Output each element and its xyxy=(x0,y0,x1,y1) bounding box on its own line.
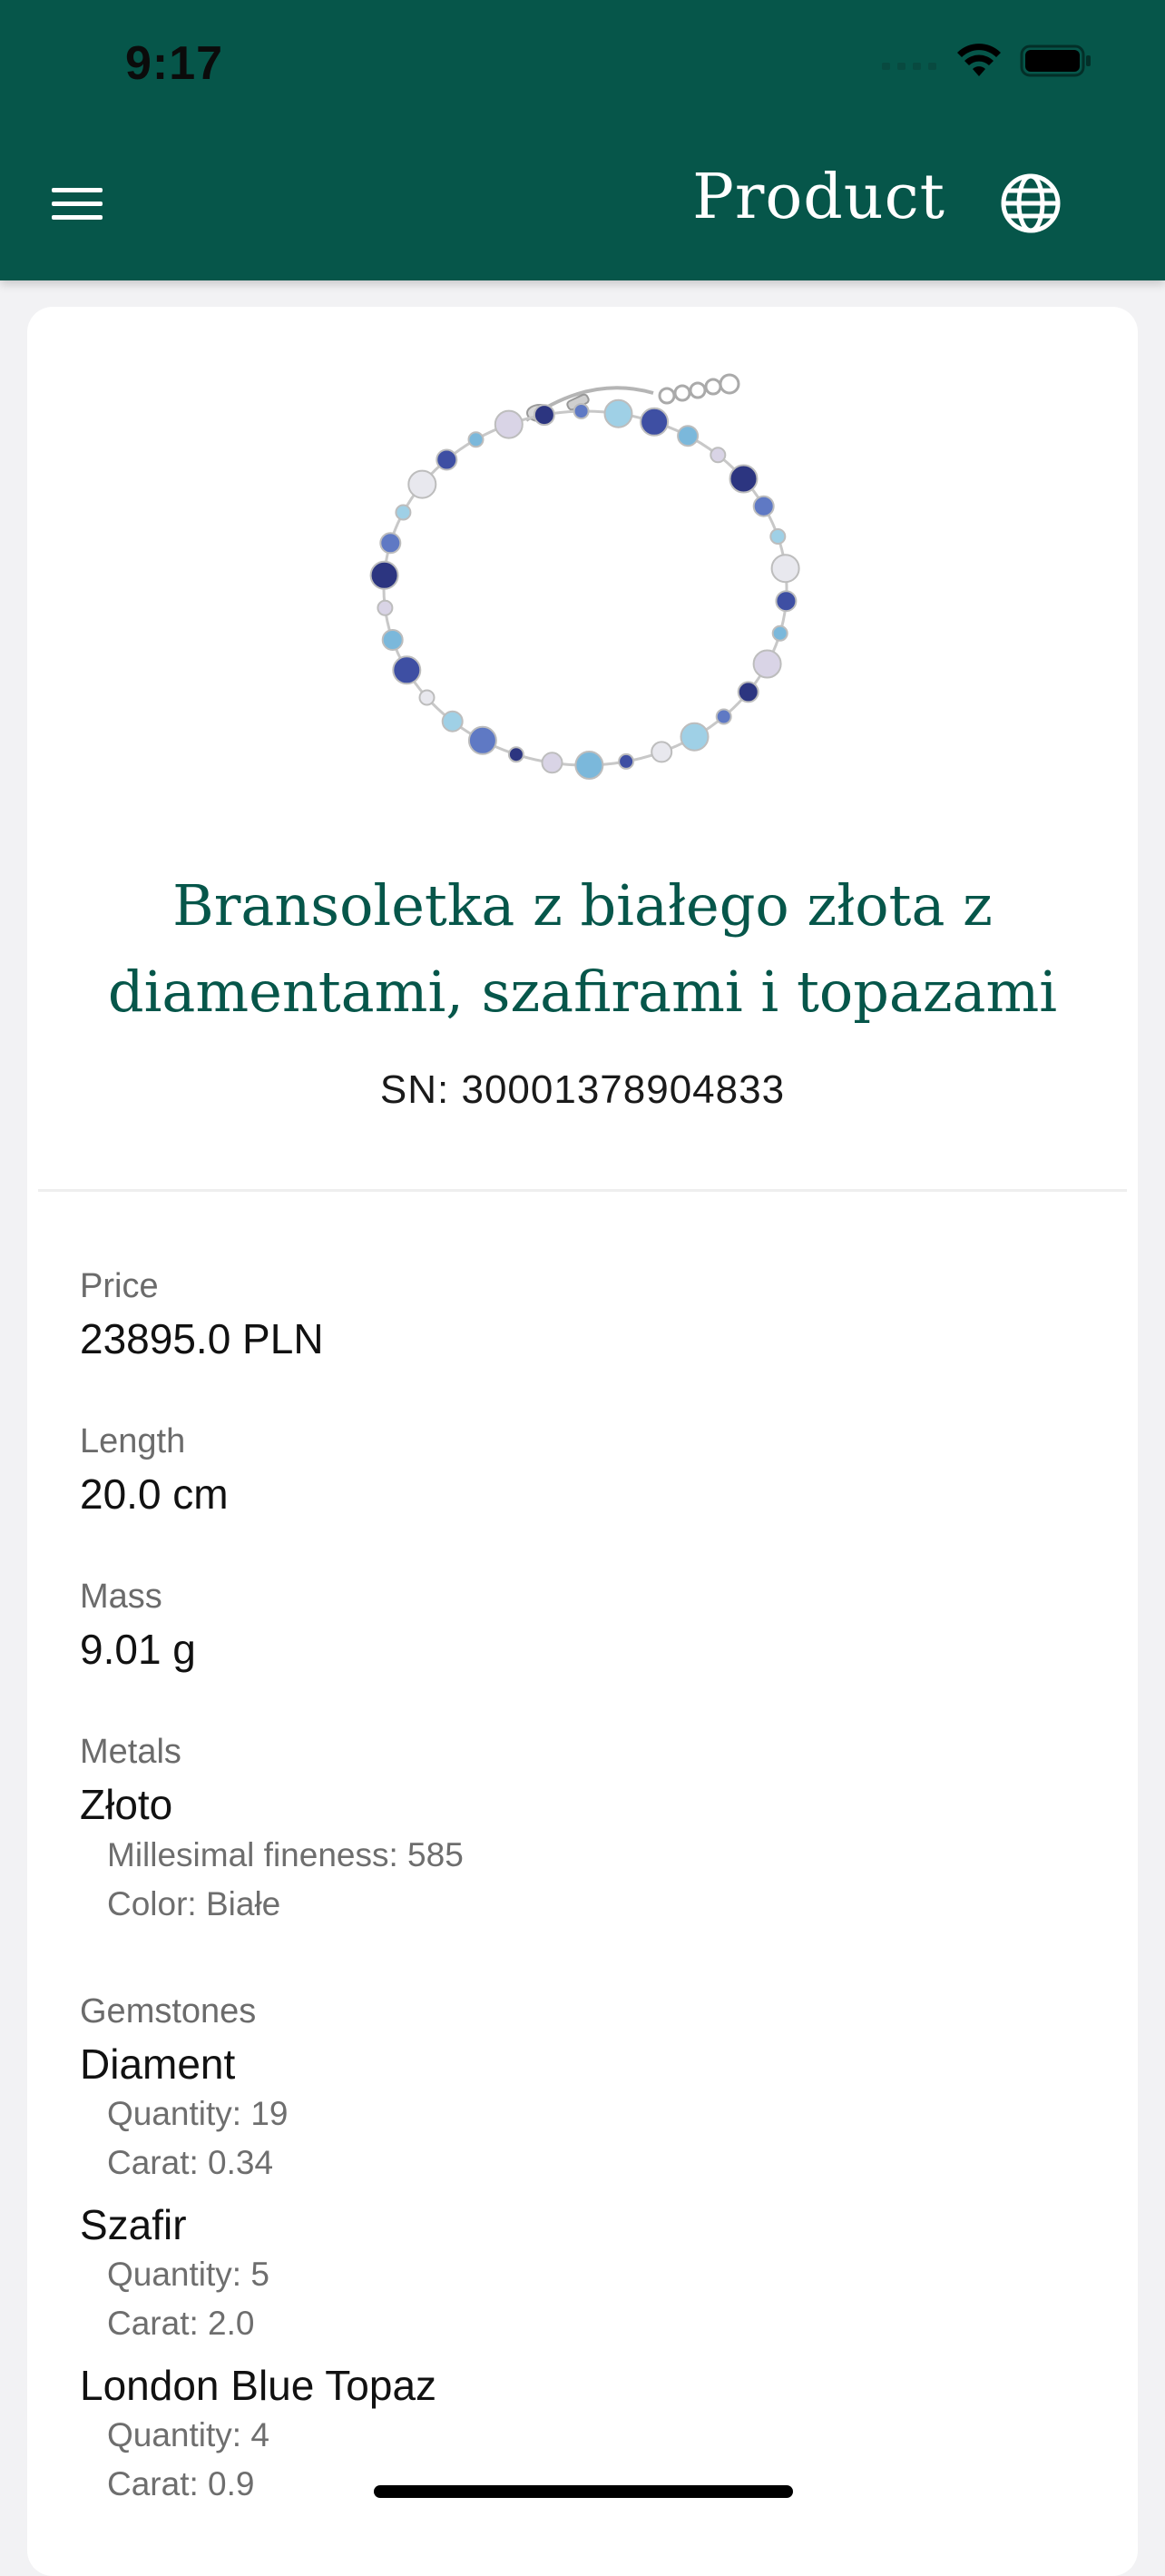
gemstones-label: Gemstones xyxy=(80,1992,257,2030)
gemstone-mark xyxy=(710,447,727,464)
length-label: Length xyxy=(80,1422,186,1460)
gemstone-mark xyxy=(651,741,673,763)
mass-label: Mass xyxy=(80,1578,162,1616)
gemstone-mark xyxy=(618,752,635,770)
gemstone-mark xyxy=(680,722,710,752)
menu-button[interactable] xyxy=(45,172,109,236)
product-name-line-1: Bransoletka z białego złota z xyxy=(172,872,993,939)
metal-color: Color: Białe xyxy=(107,1885,281,1922)
gemstone-mark xyxy=(775,590,798,613)
serial-number: SN: 30001378904833 xyxy=(379,1067,786,1112)
gemstone-mark xyxy=(541,752,563,774)
status-icons xyxy=(882,44,1092,78)
gemstone-mark xyxy=(369,560,399,590)
product-name: Bransoletka z białego złota z diamentami… xyxy=(82,862,1083,1035)
gemstone-mark xyxy=(640,407,670,437)
gemstone-mark xyxy=(533,404,555,427)
metals-label: Metals xyxy=(80,1733,181,1771)
cellular-signal-icon xyxy=(882,63,936,70)
wifi-icon xyxy=(957,44,1001,76)
gemstone-mark xyxy=(381,629,404,651)
gemstone-mark xyxy=(467,725,497,755)
gemstone-mark xyxy=(379,532,402,555)
gemstone-mark xyxy=(418,689,436,706)
app-header: 9:17 Product xyxy=(0,0,1165,280)
gemstone-mark xyxy=(752,649,782,679)
gemstone-mark xyxy=(395,504,412,521)
page-title: Product xyxy=(692,162,945,233)
price-label: Price xyxy=(80,1267,159,1305)
gemstone-mark xyxy=(407,469,437,499)
gemstone-mark xyxy=(507,746,524,763)
length-value: 20.0 cm xyxy=(80,1470,229,1518)
globe-icon xyxy=(1001,173,1061,233)
gemstone-quantity: Quantity: 5 xyxy=(107,2256,269,2293)
gemstone-mark xyxy=(573,403,590,419)
gemstone-carat: Carat: 2.0 xyxy=(107,2305,255,2342)
battery-icon xyxy=(1020,44,1091,77)
gemstone-quantity: Quantity: 4 xyxy=(107,2416,269,2453)
product-name-line-2: diamentami, szafirami i topazami xyxy=(107,959,1058,1025)
price-value: 23895.0 PLN xyxy=(80,1315,324,1362)
metal-fineness: Millesimal fineness: 585 xyxy=(107,1836,464,1873)
gemstone-mark xyxy=(436,448,458,471)
gemstone-name: Szafir xyxy=(80,2201,187,2248)
gemstone-mark xyxy=(729,464,759,494)
gemstone-mark xyxy=(377,599,394,616)
gemstone-mark xyxy=(441,710,464,732)
language-button[interactable] xyxy=(998,171,1063,236)
metal-name: Złoto xyxy=(80,1781,173,1828)
mass-value: 9.01 g xyxy=(80,1626,196,1673)
gemstone-mark xyxy=(771,624,788,642)
hamburger-menu-icon xyxy=(52,188,103,220)
gemstone-mark xyxy=(494,409,524,439)
gemstone-mark xyxy=(392,655,422,685)
bracelet-image xyxy=(369,373,800,780)
gemstone-name: London Blue Topaz xyxy=(80,2362,437,2409)
status-time: 9:17 xyxy=(125,37,224,90)
gemstone-mark xyxy=(770,554,800,584)
gemstone-mark xyxy=(467,431,485,448)
gemstone-carat: Carat: 0.9 xyxy=(107,2465,255,2502)
gemstone-mark xyxy=(769,528,787,545)
gemstone-mark xyxy=(574,751,604,780)
home-indicator xyxy=(374,2485,793,2498)
gemstone-mark xyxy=(677,425,700,447)
gemstone-carat: Carat: 0.34 xyxy=(107,2144,274,2181)
divider xyxy=(38,1189,1127,1192)
gemstone-mark xyxy=(603,398,633,428)
gemstone-mark xyxy=(752,495,775,517)
gemstone-mark xyxy=(715,708,732,725)
gemstone-mark xyxy=(737,681,759,703)
product-card: Bransoletka z białego złota z diamentami… xyxy=(27,307,1138,2576)
gemstone-quantity: Quantity: 19 xyxy=(107,2095,289,2132)
gemstone-name: Diament xyxy=(80,2040,236,2088)
